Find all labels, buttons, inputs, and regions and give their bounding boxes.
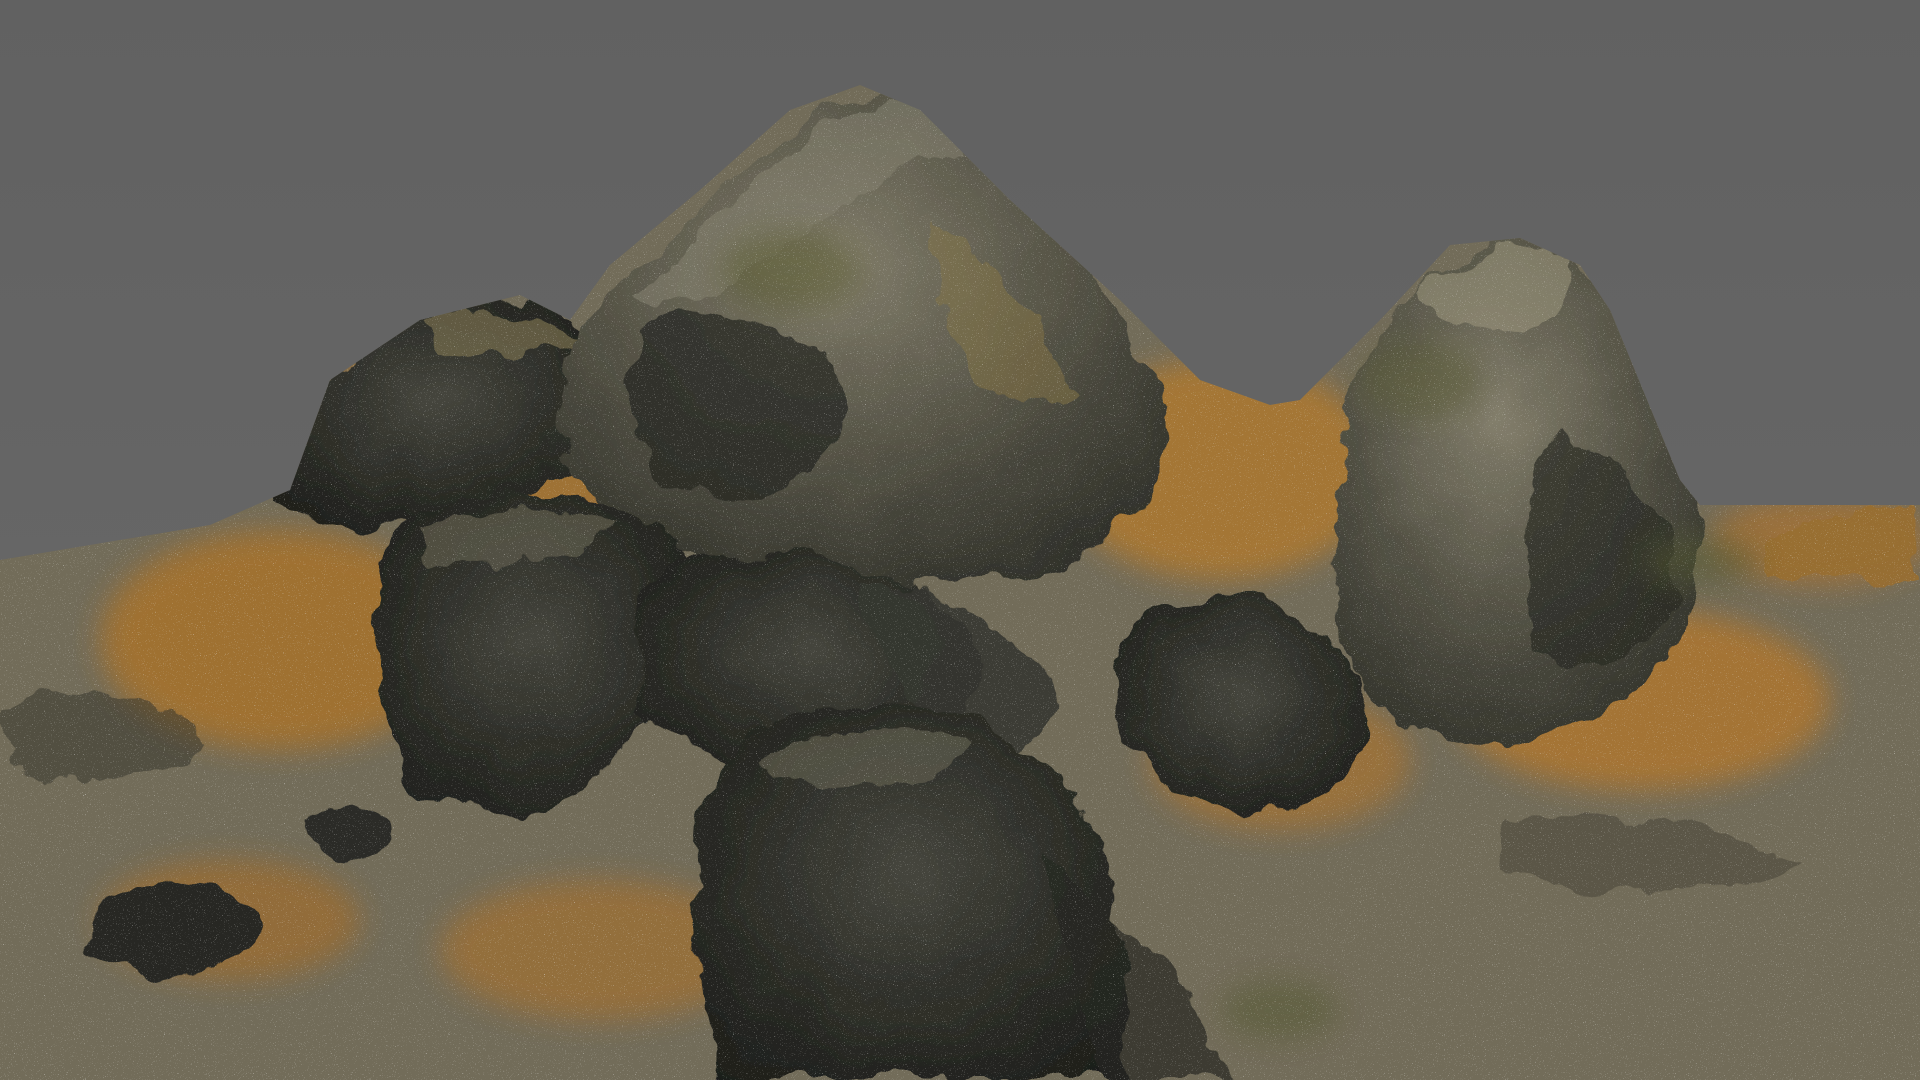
rock-scene <box>0 0 1920 1080</box>
render-viewport <box>0 0 1920 1080</box>
